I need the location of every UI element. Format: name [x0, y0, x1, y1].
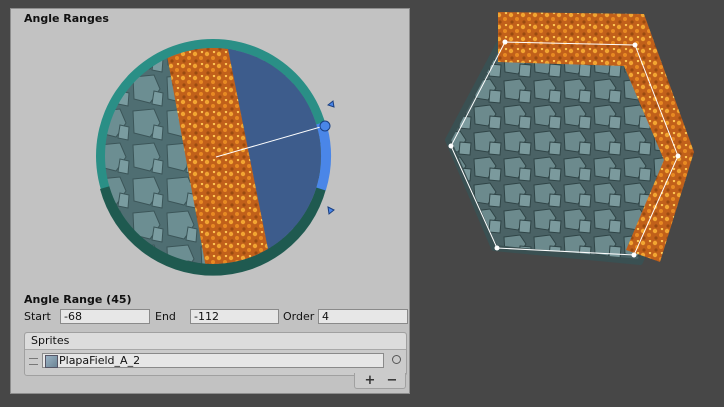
list-footer: + − [354, 373, 406, 389]
end-label: End [155, 310, 176, 323]
control-point[interactable] [632, 42, 638, 48]
sprites-header: Sprites [25, 333, 406, 350]
inspector-panel: Angle Ranges Angle Range (45) Start -68 … [10, 8, 410, 394]
start-field[interactable]: -68 [60, 309, 150, 324]
angle-handle-icon[interactable] [326, 100, 335, 108]
angle-range-wheel[interactable] [96, 39, 346, 279]
scene-svg[interactable] [412, 0, 724, 403]
sprite-name: PlapaField_A_2 [59, 354, 141, 367]
add-sprite-button[interactable]: + [361, 373, 379, 388]
angle-handle-icon[interactable] [327, 206, 335, 215]
sprite-icon [45, 355, 58, 368]
angle-handle-icon[interactable] [319, 120, 331, 132]
sprite-object-field[interactable]: PlapaField_A_2 [42, 353, 384, 368]
control-point[interactable] [631, 252, 637, 258]
remove-sprite-button[interactable]: − [383, 373, 401, 388]
angle-range-title: Angle Range (45) [24, 293, 132, 306]
angle-wheel-svg[interactable] [96, 39, 346, 279]
start-label: Start [24, 310, 51, 323]
panel-title: Angle Ranges [24, 12, 109, 25]
control-point[interactable] [502, 39, 508, 45]
angle-range-fields: Start -68 End -112 Order 4 [24, 309, 409, 325]
selected-range-arc[interactable] [316, 121, 331, 191]
order-label: Order [283, 310, 315, 323]
object-picker-icon[interactable] [392, 355, 401, 364]
end-field[interactable]: -112 [190, 309, 279, 324]
sprites-list: Sprites PlapaField_A_2 [24, 332, 407, 376]
control-point[interactable] [448, 143, 454, 149]
drag-handle-icon[interactable] [29, 358, 38, 365]
scene-view[interactable] [412, 0, 724, 403]
control-point[interactable] [675, 153, 681, 159]
order-field[interactable]: 4 [318, 309, 408, 324]
control-point[interactable] [494, 245, 500, 251]
